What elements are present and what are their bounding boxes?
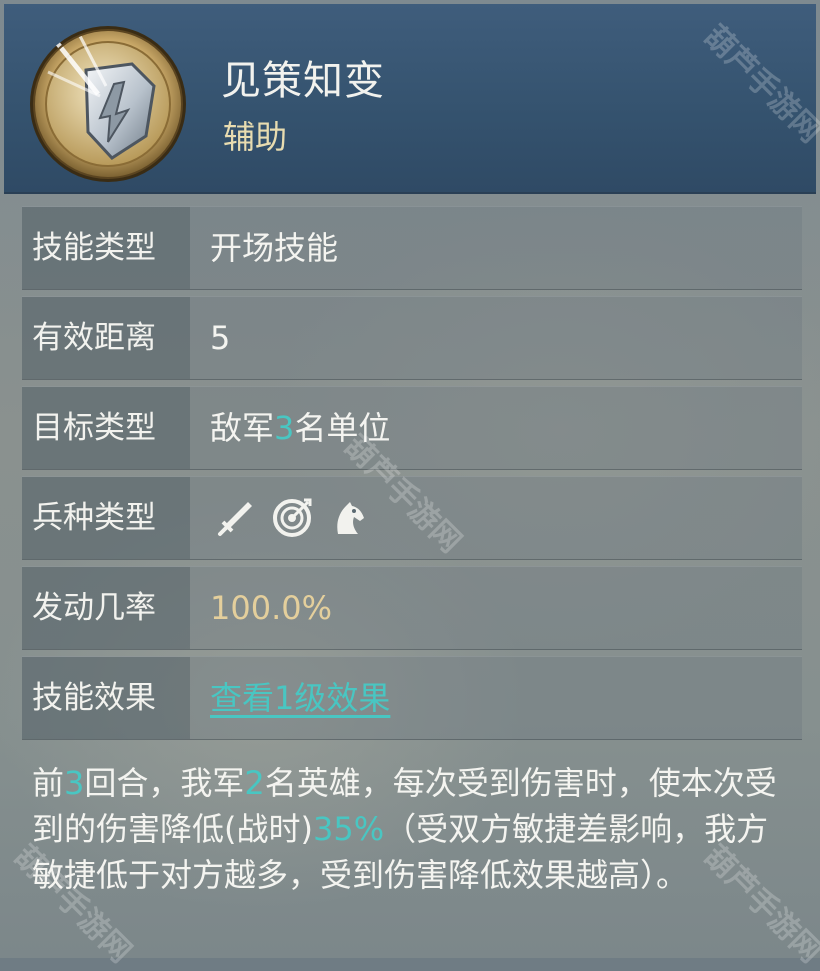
row-label: 技能类型 <box>22 207 190 289</box>
row-label: 目标类型 <box>22 387 190 469</box>
row-label: 技能效果 <box>22 657 190 739</box>
row-label: 发动几率 <box>22 567 190 649</box>
desc-highlight: 35% <box>312 810 385 848</box>
troop-icons <box>214 496 370 540</box>
row-troop-type: 兵种类型 <box>22 476 802 560</box>
value-suffix: 名单位 <box>294 409 391 447</box>
skill-detail-panel: 见策知变 辅助 技能类型 开场技能 有效距离 5 目标类型 敌军3名单位 兵种类… <box>0 0 820 970</box>
row-label: 有效距离 <box>22 297 190 379</box>
skill-category: 辅助 <box>223 118 288 156</box>
row-target-type: 目标类型 敌军3名单位 <box>22 386 802 470</box>
row-value: 5 <box>210 319 231 357</box>
desc-text: 前 <box>32 764 65 802</box>
skill-name: 见策知变 <box>221 58 385 104</box>
row-skill-effect: 技能效果 查看1级效果 <box>22 656 802 740</box>
desc-text: 回合，我军 <box>84 764 245 802</box>
shield-skill-icon <box>30 26 186 182</box>
desc-highlight: 3 <box>64 764 85 802</box>
value-prefix: 敌军 <box>210 409 275 447</box>
row-trigger-rate: 发动几率 100.0% <box>22 566 802 650</box>
target-count: 3 <box>274 409 295 447</box>
sword-icon <box>218 502 252 536</box>
view-level-effect-link[interactable]: 查看1级效果 <box>210 657 390 739</box>
skill-header: 见策知变 辅助 <box>4 4 816 194</box>
row-value: 开场技能 <box>210 229 339 267</box>
row-effective-range: 有效距离 5 <box>22 296 802 380</box>
horse-icon <box>337 502 364 534</box>
skill-description: 前3回合，我军2名英雄，每次受到伤害时，使本次受到的伤害降低(战时)35%（受双… <box>32 760 792 898</box>
trigger-rate-value: 100.0% <box>210 589 333 627</box>
desc-highlight: 2 <box>244 764 265 802</box>
row-value: 敌军3名单位 <box>210 387 390 469</box>
row-label: 兵种类型 <box>22 477 190 559</box>
row-skill-type: 技能类型 开场技能 <box>22 206 802 290</box>
target-icon <box>273 498 312 537</box>
